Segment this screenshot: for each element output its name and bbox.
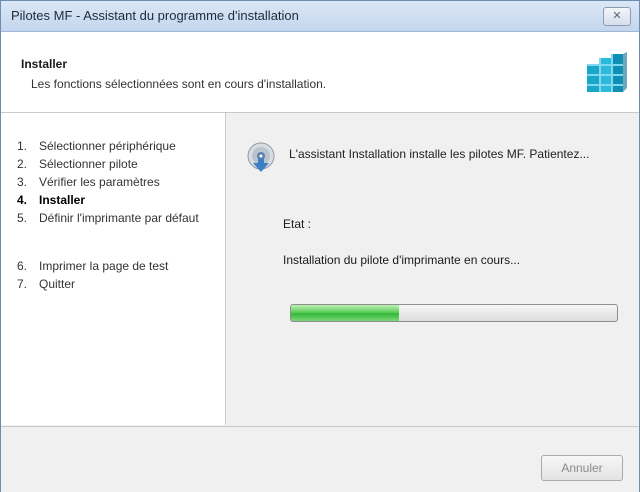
progress-fill	[291, 305, 399, 321]
installer-window: Pilotes MF - Assistant du programme d'in…	[0, 0, 640, 492]
steps-panel: 1. Sélectionner périphérique 2. Sélectionn…	[1, 113, 226, 425]
window-title: Pilotes MF - Assistant du programme d'in…	[11, 8, 299, 23]
step-6: 6. Imprimer la page de test	[17, 259, 169, 273]
close-button[interactable]: ✕	[603, 7, 631, 26]
status-text: Installation du pilote d'imprimante en c…	[283, 253, 521, 267]
main-content: L'assistant Installation installe les pi…	[226, 113, 639, 425]
wizard-header: Installer Les fonctions sélectionnées so…	[1, 32, 639, 113]
install-message: L'assistant Installation installe les pi…	[289, 147, 590, 161]
step-2: 2. Sélectionner pilote	[17, 157, 138, 171]
title-bar: Pilotes MF - Assistant du programme d'in…	[1, 1, 639, 32]
state-label: Etat :	[283, 217, 312, 231]
install-disc-icon	[247, 142, 275, 172]
step-4-active: 4. Installer	[17, 193, 86, 207]
cubes-logo-icon	[587, 52, 627, 92]
header-title: Installer	[21, 57, 68, 71]
step-1: 1. Sélectionner périphérique	[17, 139, 176, 153]
cancel-button[interactable]: Annuler	[541, 455, 623, 481]
progress-bar	[290, 304, 618, 322]
header-subtitle: Les fonctions sélectionnées sont en cour…	[31, 77, 327, 91]
footer: Annuler	[1, 426, 639, 492]
step-5: 5. Définir l'imprimante par défaut	[17, 211, 199, 225]
step-7: 7. Quitter	[17, 277, 76, 291]
step-3: 3. Vérifier les paramètres	[17, 175, 160, 189]
